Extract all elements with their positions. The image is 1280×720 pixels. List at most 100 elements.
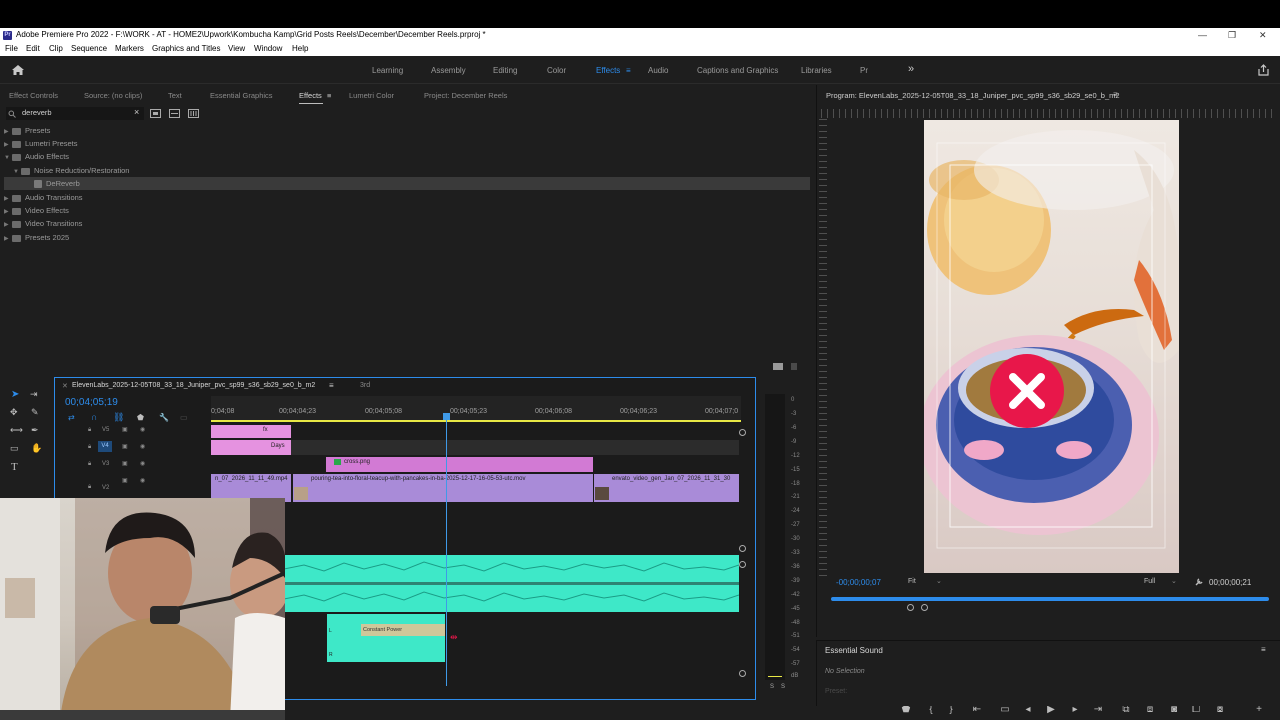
tab-essential-graphics[interactable]: Essential Graphics — [210, 89, 273, 103]
slip-tool-icon[interactable]: ⟷ — [10, 425, 23, 436]
lock-icon[interactable]: 🔒︎ — [88, 427, 91, 434]
in-point-handle[interactable] — [907, 604, 914, 611]
tab-source[interactable]: Source: (no clips) — [84, 89, 142, 103]
track-label-v3[interactable]: V3 — [102, 461, 109, 467]
sync-lock-icon[interactable]: ▣ — [122, 477, 128, 484]
timeline-settings-icon[interactable]: 🔧 — [159, 413, 169, 422]
workspace-editing[interactable]: Editing — [493, 66, 517, 75]
lock-icon[interactable]: 🔒︎ — [88, 461, 91, 468]
timeline-playhead-timecode[interactable]: 00;04;05;19 — [65, 397, 118, 408]
clip-v5[interactable]: fx — [211, 425, 291, 438]
playback-resolution-select[interactable]: Full — [1144, 578, 1155, 585]
tab-project[interactable]: Project: December Reels — [424, 89, 507, 103]
program-monitor-title[interactable]: Program: ElevenLabs_2025-12-05T08_33_18_… — [826, 91, 1120, 100]
menu-file[interactable]: File — [5, 42, 18, 56]
clip-v4-days[interactable]: Days — [211, 440, 291, 455]
type-tool-icon[interactable]: T — [11, 461, 18, 473]
track-label-v4[interactable]: V4 — [98, 441, 112, 452]
tree-item-video-effects[interactable]: ▶ Video Effects — [4, 204, 69, 217]
track-select-tool-icon[interactable]: ⇥ — [30, 389, 38, 400]
work-area-bar[interactable] — [211, 420, 741, 422]
ripple-edit-tool-icon[interactable]: ✥ — [10, 407, 18, 418]
resolution-dropdown-chevron-icon[interactable]: ⌄ — [1171, 577, 1177, 585]
program-monitor-menu-icon[interactable]: ≡ — [1113, 90, 1118, 99]
add-marker-timeline-icon[interactable]: ⬟ — [137, 413, 144, 422]
tab-text[interactable]: Text — [168, 89, 182, 103]
effects-search-input[interactable]: dereverb — [22, 108, 52, 117]
clip-v3-cross-png[interactable]: cross.png — [326, 457, 593, 472]
new-bin-icon[interactable] — [773, 362, 783, 370]
sync-lock-icon[interactable]: ▣ — [122, 426, 128, 433]
menu-markers[interactable]: Markers — [115, 42, 144, 56]
yuv-effects-icon[interactable] — [188, 109, 199, 118]
zoom-level-select[interactable]: Fit — [908, 578, 916, 585]
workspace-audio[interactable]: Audio — [648, 66, 668, 75]
tab-effects[interactable]: Effects — [299, 89, 322, 103]
tree-item-lumetri-presets[interactable]: ▶ Lumetri Presets — [4, 137, 78, 150]
accelerated-effects-icon[interactable] — [150, 109, 161, 118]
vertical-zoom-handle[interactable] — [739, 670, 746, 677]
out-point-handle[interactable] — [921, 604, 928, 611]
workspace-menu-icon[interactable]: ≡ — [626, 66, 631, 75]
lock-icon[interactable]: 🔒︎ — [88, 484, 91, 491]
snap-icon[interactable]: ∩ — [91, 412, 97, 422]
sync-lock-icon[interactable]: ▣ — [122, 443, 128, 450]
track-label-v5[interactable]: V5 — [102, 427, 109, 433]
close-sequence-icon[interactable]: ✕ — [62, 382, 68, 390]
program-scrub-bar[interactable] — [831, 597, 1269, 601]
tab-sequence-elevenlabs[interactable]: ElevenLabs_2025-12-05T08_33_18_Juniper_p… — [72, 382, 315, 389]
audio-clip-a1[interactable] — [284, 555, 739, 612]
clip-v2-envato[interactable]: envato_video_gen_Jan_07_2026_11_31_30 — [594, 474, 739, 502]
sequence-menu-icon[interactable]: ≡ — [329, 381, 334, 390]
tab-lumetri-color[interactable]: Lumetri Color — [349, 89, 394, 103]
program-playhead-timecode[interactable]: -00;00;00;07 — [836, 578, 881, 587]
zoom-dropdown-chevron-icon[interactable]: ⌄ — [936, 577, 942, 585]
workspace-libraries[interactable]: Libraries — [801, 66, 832, 75]
hand-tool-icon[interactable]: ✋ — [31, 443, 42, 454]
menu-sequence[interactable]: Sequence — [71, 42, 107, 56]
workspace-effects[interactable]: Effects — [596, 66, 620, 75]
nest-sequence-icon[interactable]: ⇄ — [68, 413, 75, 422]
tree-item-audio-transitions[interactable]: ▶ Audio Transitions — [4, 191, 83, 204]
workspace-captions-and-graphics[interactable]: Captions and Graphics — [697, 66, 778, 75]
tree-item-presets-2025[interactable]: ▶ Presets 2025 — [4, 231, 69, 244]
tree-item-video-transitions[interactable]: ▶ Video Transitions — [4, 217, 82, 230]
solo-left-button[interactable]: S — [770, 684, 774, 690]
delete-icon[interactable] — [790, 362, 798, 370]
lock-icon[interactable]: 🔒︎ — [88, 444, 91, 451]
menu-edit[interactable]: Edit — [26, 42, 40, 56]
home-icon[interactable] — [11, 64, 25, 76]
tab-sequence-3rd[interactable]: 3rd — [360, 382, 370, 389]
crossfade-constant-power[interactable]: Constant Power — [361, 624, 445, 636]
menu-clip[interactable]: Clip — [49, 42, 63, 56]
close-window-button[interactable]: ✕ — [1259, 28, 1267, 42]
clear-search-icon[interactable]: × — [134, 107, 139, 117]
more-workspaces-icon[interactable]: » — [908, 63, 914, 75]
playhead-handle[interactable] — [443, 413, 450, 420]
effects-panel-menu-icon[interactable]: ≡ — [327, 89, 331, 103]
tree-item-noise-reduction[interactable]: ▼ Noise Reduction/Restoration — [13, 164, 129, 177]
selection-tool-icon[interactable]: ➤ — [11, 389, 19, 400]
tree-item-audio-effects[interactable]: ▼ Audio Effects — [4, 150, 69, 163]
timeline-playhead[interactable] — [446, 414, 447, 686]
32bit-effects-icon[interactable] — [169, 109, 180, 118]
essential-sound-title[interactable]: Essential Sound — [825, 646, 883, 655]
workspace-assembly[interactable]: Assembly — [431, 66, 466, 75]
vertical-zoom-handle[interactable] — [739, 561, 746, 568]
razor-tool-icon[interactable]: ✎ — [31, 407, 39, 418]
eye-icon[interactable]: ◉ — [140, 426, 145, 433]
menu-help[interactable]: Help — [292, 42, 308, 56]
workspace-color[interactable]: Color — [547, 66, 566, 75]
maximize-button[interactable]: ❐ — [1228, 28, 1236, 42]
eye-icon[interactable]: ◉ — [140, 443, 145, 450]
rectangle-tool-icon[interactable]: ▭ — [10, 443, 19, 454]
captions-icon[interactable]: ▭ — [180, 413, 188, 422]
menu-window[interactable]: Window — [254, 42, 282, 56]
workspace-learning[interactable]: Learning — [372, 66, 403, 75]
audio-clip-a2[interactable]: Constant Power L R — [327, 614, 445, 662]
menu-graphics-and-titles[interactable]: Graphics and Titles — [152, 42, 220, 56]
eye-icon[interactable]: ◉ — [140, 460, 145, 467]
eye-icon[interactable]: ◉ — [140, 477, 145, 484]
vertical-zoom-handle[interactable] — [739, 545, 746, 552]
tree-item-dereverb[interactable]: DeReverb — [34, 177, 80, 190]
